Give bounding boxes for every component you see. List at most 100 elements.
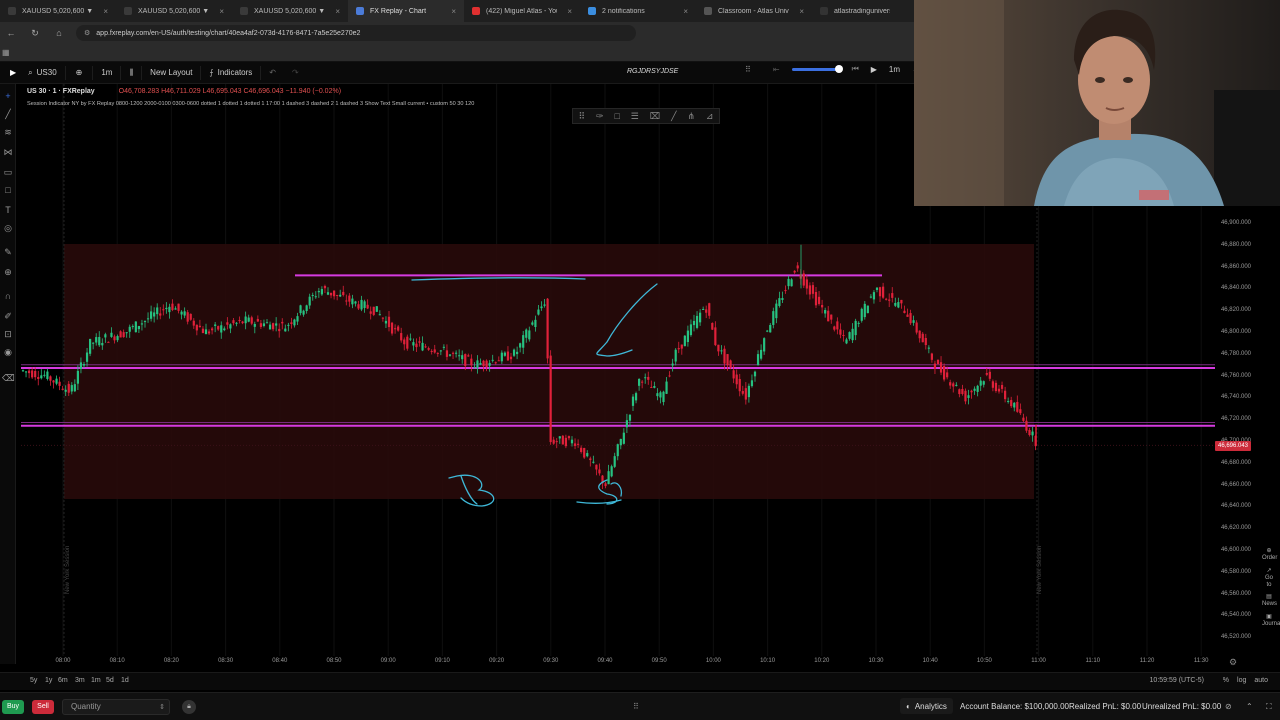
- range-1d[interactable]: 1d: [121, 677, 129, 684]
- apps-grid-icon[interactable]: ▦: [2, 48, 10, 57]
- layout-name[interactable]: RGJDRSYJDSE: [627, 68, 678, 75]
- zoom-icon[interactable]: ⊕: [2, 266, 14, 278]
- close-tab-icon[interactable]: ×: [799, 7, 804, 16]
- reload-icon[interactable]: ↻: [28, 28, 42, 39]
- up-candle: [180, 311, 183, 315]
- fullscreen-icon[interactable]: ⛶: [1266, 702, 1272, 712]
- time-tick-label: 10:50: [976, 658, 992, 664]
- browser-tab[interactable]: XAUUSD 5,020,600 ▼ -1.15 ×: [0, 0, 116, 22]
- stay-drawing-icon[interactable]: ✐: [2, 310, 14, 322]
- clock[interactable]: 10:59:59 (UTC-5): [1150, 677, 1204, 684]
- measure-tool-icon[interactable]: ◎: [2, 222, 14, 234]
- range-1y[interactable]: 1y: [45, 677, 52, 684]
- pen-icon[interactable]: ✑: [596, 111, 604, 122]
- angle-icon[interactable]: ⊿: [706, 111, 714, 122]
- up-candle: [363, 301, 366, 308]
- quantity-stepper[interactable]: Quantity ⇕: [62, 698, 170, 715]
- settings-icon[interactable]: ⚙: [1229, 657, 1237, 668]
- highlighter-icon[interactable]: ⌧: [650, 111, 660, 122]
- list-icon[interactable]: ☰: [631, 111, 639, 122]
- close-tab-icon[interactable]: ×: [451, 7, 456, 16]
- step-back-icon[interactable]: ⇤: [773, 65, 780, 74]
- drag-handle-icon[interactable]: ⠿: [745, 65, 751, 74]
- site-info-icon[interactable]: ⚙: [84, 29, 90, 37]
- crosshair-icon[interactable]: +: [2, 90, 14, 102]
- close-tab-icon[interactable]: ×: [335, 7, 340, 16]
- time-axis[interactable]: 08:00 08:10 08:20 08:30 08:40 08:50 09:00 09:10…: [17, 656, 1215, 670]
- drag-handle-icon[interactable]: ⠿: [578, 111, 585, 122]
- sell-button[interactable]: Sell: [32, 699, 54, 714]
- home-icon[interactable]: ⌂: [52, 28, 66, 38]
- range-5y[interactable]: 5y: [30, 677, 37, 684]
- scale-option[interactable]: %: [1223, 677, 1229, 684]
- fib-icon[interactable]: ⋔: [687, 111, 695, 122]
- session-indicator-legend[interactable]: Session Indicator NY by FX Replay 0800-1…: [27, 101, 474, 107]
- undo-button[interactable]: ↶: [261, 66, 284, 80]
- lock-icon[interactable]: ⊡: [2, 328, 14, 340]
- journal-icon[interactable]: ▣ Journal: [1262, 614, 1280, 628]
- url-field[interactable]: ⚙ app.fxreplay.com/en-US/auth/testing/ch…: [76, 25, 636, 41]
- text-tool-icon[interactable]: T: [2, 204, 14, 216]
- fib-tool-icon[interactable]: ≋: [2, 126, 14, 138]
- range-1m[interactable]: 1m: [91, 677, 101, 684]
- browser-tab[interactable]: Classroom - Atlas University ×: [696, 0, 812, 22]
- price-tick-label: 46,760.000: [1220, 372, 1251, 379]
- hide-eye-icon[interactable]: ⊘: [1225, 702, 1232, 711]
- symbol-label: US30: [36, 68, 57, 77]
- down-candle: [888, 299, 891, 301]
- browser-tab[interactable]: atlastradinguniversity (@atl: [812, 0, 898, 22]
- rectangle-icon[interactable]: □: [614, 111, 619, 121]
- visibility-icon[interactable]: ◉: [2, 346, 14, 358]
- play-button[interactable]: ▶: [871, 65, 877, 74]
- up-candle: [674, 349, 677, 362]
- channel-tool-icon[interactable]: ▭: [2, 166, 14, 178]
- browser-tab[interactable]: (422) Miguel Atlas - YouTub ×: [464, 0, 580, 22]
- browser-tab[interactable]: XAUUSD 5,020,600 ▼ -1.15 ×: [116, 0, 232, 22]
- magnet-icon[interactable]: ∩: [2, 290, 14, 302]
- close-tab-icon[interactable]: ×: [103, 7, 108, 16]
- close-tab-icon[interactable]: ×: [219, 7, 224, 16]
- goto-icon[interactable]: ↗ Go to: [1262, 568, 1276, 589]
- lock-button[interactable]: 🔒︎: [182, 699, 196, 714]
- browser-tab[interactable]: FX Replay - Chart ×: [348, 0, 464, 22]
- time-tick-label: 10:40: [922, 658, 938, 664]
- trend-line-icon[interactable]: ╱: [2, 108, 14, 120]
- browser-tab[interactable]: 2 notifications ×: [580, 0, 696, 22]
- order-icon[interactable]: ⊕ Order: [1262, 548, 1277, 562]
- panel-grip-icon[interactable]: ⠿: [633, 702, 639, 711]
- replay-speed-slider[interactable]: [791, 64, 843, 73]
- chevron-up-icon[interactable]: ⌃: [1246, 702, 1253, 711]
- up-candle: [872, 292, 876, 300]
- range-5d[interactable]: 5d: [106, 677, 114, 684]
- rectangle-tool-icon[interactable]: □: [2, 184, 14, 196]
- scale-option[interactable]: auto: [1254, 677, 1268, 684]
- close-tab-icon[interactable]: ×: [567, 7, 572, 16]
- price-axis[interactable]: 46,900.000 46,880.000 46,860.000 46,840.000…: [1215, 210, 1265, 660]
- redo-button[interactable]: ↷: [284, 66, 307, 80]
- down-candle: [650, 387, 653, 389]
- add-symbol-button[interactable]: ⊕: [66, 65, 94, 80]
- candle-type-icon[interactable]: ⫼: [121, 65, 143, 80]
- range-3m[interactable]: 3m: [75, 677, 85, 684]
- pattern-tool-icon[interactable]: ⋈: [2, 146, 14, 158]
- indicators-button[interactable]: ⨍ Indicators: [201, 65, 262, 80]
- trash-icon[interactable]: ⌫: [2, 372, 15, 384]
- analytics-button[interactable]: ◐ Analytics: [900, 698, 953, 714]
- replay-interval[interactable]: 1m: [889, 65, 900, 74]
- scale-option[interactable]: log: [1237, 677, 1246, 684]
- buy-button[interactable]: Buy: [2, 699, 24, 714]
- line-icon[interactable]: ╱: [671, 111, 676, 122]
- news-icon[interactable]: ▤ News: [1262, 594, 1277, 608]
- browser-tab[interactable]: XAUUSD 5,020,600 ▼ -1.15 ×: [232, 0, 348, 22]
- quantity-input[interactable]: Quantity: [71, 702, 101, 711]
- logo-icon[interactable]: ▶: [0, 66, 20, 80]
- stepper-arrows-icon[interactable]: ⇕: [159, 703, 165, 711]
- back-icon[interactable]: ←: [4, 28, 18, 38]
- close-tab-icon[interactable]: ×: [683, 7, 688, 16]
- interval-button[interactable]: 1m: [93, 65, 122, 80]
- symbol-search[interactable]: ⌕ US30: [20, 65, 66, 80]
- ruler-icon[interactable]: ✎: [2, 246, 14, 258]
- range-6m[interactable]: 6m: [58, 677, 68, 684]
- step-back-button[interactable]: ⏮: [852, 64, 859, 74]
- new-layout-button[interactable]: New Layout: [142, 65, 202, 80]
